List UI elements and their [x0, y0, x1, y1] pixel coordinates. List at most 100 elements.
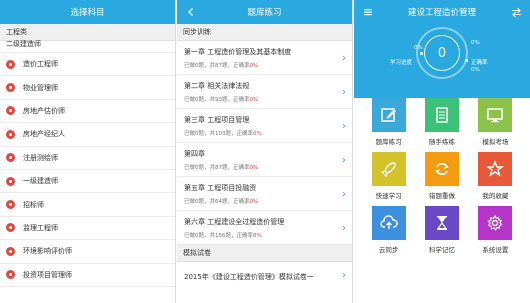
accuracy-pct-top: 0%	[471, 40, 480, 46]
gear-icon	[478, 206, 513, 240]
subject-item[interactable]: 房地产估价师	[0, 100, 175, 124]
menu-icon[interactable]	[360, 4, 376, 20]
subject-label: 注册测绘师	[23, 153, 58, 162]
tile-cloud-sync[interactable]: 云同步	[364, 206, 414, 254]
subject-label: 房地产估价师	[23, 106, 65, 115]
screen-title: 建设工程造价管理	[407, 8, 476, 18]
tile-label: 我的收藏	[482, 192, 509, 200]
progress-pct: 0%	[414, 45, 423, 51]
section-header-sync: 同步训练	[177, 24, 352, 41]
subject-item[interactable]: 造价工程师	[0, 53, 175, 77]
tile-mock-exam[interactable]: 模拟考场	[470, 98, 520, 146]
subject-select-screen: 选择科目 工程类 二级建造师 造价工程师 物业管理师 房地产估价师 房地产经纪人…	[0, 0, 176, 303]
section-header-mock: 模拟试卷	[177, 245, 352, 262]
bullet-icon	[6, 83, 15, 93]
subject-label: 环境影响评价师	[23, 247, 72, 256]
bullet-icon	[6, 270, 15, 280]
screen-title: 选择科目	[70, 8, 105, 18]
subject-item[interactable]: 投资项目管理师	[0, 264, 175, 287]
chapter-item[interactable]: 第六章 工程建设全过程造价管理 已做0题，共156题，正确率0% ›	[177, 211, 352, 245]
tile-practice[interactable]: 题库练习	[364, 98, 414, 146]
progress-value: 0	[437, 45, 447, 61]
accuracy-label: 正确率	[471, 60, 488, 66]
star-icon	[478, 152, 513, 186]
tile-label: 错题重做	[428, 192, 455, 200]
tile-redo-mistakes[interactable]: 错题重做	[417, 152, 467, 200]
tile-label: 快速学习	[375, 192, 402, 200]
subject-item[interactable]: 一级建造师	[0, 170, 175, 194]
feature-grid: 题库练习 随手练练 模拟考场 快速学习 错题重做 我的收藏 云同步 科学记忆 系…	[354, 98, 530, 260]
subject-list: 二级建造师 造价工程师 物业管理师 房地产估价师 房地产经纪人 注册测绘师 一级…	[0, 39, 175, 287]
subject-label: 一级建造师	[23, 177, 58, 186]
mock-exam-item[interactable]: 2015年《建设工程造价管理》模拟试卷一 ›	[177, 262, 352, 302]
tile-label: 云同步	[378, 246, 399, 254]
chevron-left-icon[interactable]	[183, 4, 199, 20]
chapter-list: 第一章 工程造价管理及其基本制度 已做0题，共87题，正确率0% › 第二章 相…	[177, 41, 352, 245]
chapter-item[interactable]: 第四章 已做0题，共87题，正确率0% ›	[177, 143, 352, 177]
chapter-title: 第四章	[184, 150, 205, 158]
cloud-upload-icon	[371, 206, 406, 240]
subject-label: 二级建造师	[6, 39, 41, 48]
exam-title: 2015年《建设工程造价管理》模拟试卷一	[184, 273, 314, 281]
subject-item[interactable]: 物业管理师	[0, 76, 175, 100]
refresh-icon	[424, 152, 459, 186]
subject-item[interactable]: 环境影响评价师	[0, 240, 175, 264]
tile-label: 题库练习	[375, 138, 402, 146]
chevron-right-icon: ›	[342, 87, 346, 98]
question-bank-screen: 题库练习 同步训练 第一章 工程造价管理及其基本制度 已做0题，共87题，正确率…	[177, 0, 353, 303]
chevron-right-icon: ›	[342, 223, 346, 234]
chevron-right-icon: ›	[342, 121, 346, 132]
chapter-stats: 已做0题，共156题，正确率0%	[184, 233, 262, 239]
chapter-title: 第三章 工程项目管理	[184, 116, 250, 124]
subject-label: 物业管理师	[23, 83, 58, 92]
subject-label: 造价工程师	[23, 60, 58, 69]
tile-label: 随手练练	[428, 138, 455, 146]
pencil-icon	[371, 98, 406, 132]
rocket-icon	[371, 152, 406, 186]
tile-quick-learn[interactable]: 快速学习	[364, 152, 414, 200]
accuracy-pct-bottom: 0%	[471, 67, 480, 73]
bullet-icon	[6, 153, 15, 163]
chapter-stats: 已做0题，共103题，正确率0%	[184, 131, 262, 137]
subject-item[interactable]: 监理工程师	[0, 217, 175, 241]
chevron-right-icon: ›	[342, 155, 346, 166]
chapter-item[interactable]: 第一章 工程造价管理及其基本制度 已做0题，共87题，正确率0% ›	[177, 41, 352, 75]
subject-item[interactable]: 二级建造师	[0, 39, 175, 53]
chapter-item[interactable]: 第三章 工程项目管理 已做0题，共103题，正确率0% ›	[177, 109, 352, 143]
chapter-stats: 已做0题，共87题，正确率0%	[184, 63, 259, 69]
swap-icon[interactable]	[508, 4, 524, 20]
chevron-right-icon: ›	[342, 270, 346, 281]
tile-settings[interactable]: 系统设置	[470, 206, 520, 254]
monitor-icon	[478, 98, 513, 132]
chevron-right-icon: ›	[342, 189, 346, 200]
tile-label: 系统设置	[482, 246, 509, 254]
progress-panel: 0 0% 学习进度 0% 正确率 0%	[354, 24, 530, 98]
chevron-right-icon: ›	[342, 53, 346, 64]
hourglass-icon	[424, 206, 459, 240]
bullet-icon	[6, 223, 15, 233]
subject-item[interactable]: 房地产经纪人	[0, 123, 175, 147]
chapter-item[interactable]: 第二章 相关法律法规 已做0题，共93题，正确率0% ›	[177, 75, 352, 109]
tile-memory[interactable]: 科学记忆	[417, 206, 467, 254]
top-bar: 题库练习	[177, 0, 352, 24]
bullet-icon	[6, 129, 15, 139]
subject-item[interactable]: 招标师	[0, 193, 175, 217]
bullet-icon	[6, 59, 15, 69]
tile-label: 科学记忆	[428, 246, 455, 254]
subject-label: 监理工程师	[23, 223, 58, 232]
screen-title: 题库练习	[247, 8, 282, 18]
top-bar: 选择科目	[0, 0, 175, 24]
tile-favorites[interactable]: 我的收藏	[470, 152, 520, 200]
progress-marker-icon	[420, 52, 423, 55]
top-bar: 建设工程造价管理	[354, 0, 530, 24]
tile-random-practice[interactable]: 随手练练	[417, 98, 467, 146]
subject-item[interactable]: 注册测绘师	[0, 147, 175, 170]
progress-ring: 0	[424, 35, 460, 71]
bullet-icon	[6, 106, 15, 116]
bullet-icon	[6, 200, 15, 210]
chapter-stats: 已做0题，共87题，正确率0%	[184, 165, 259, 171]
chapter-item[interactable]: 第五章 工程项目投融资 已做0题，共64题，正确率0% ›	[177, 177, 352, 211]
subject-label: 房地产经纪人	[23, 130, 65, 139]
chapter-title: 第五章 工程项目投融资	[184, 184, 257, 192]
document-icon	[424, 98, 459, 132]
